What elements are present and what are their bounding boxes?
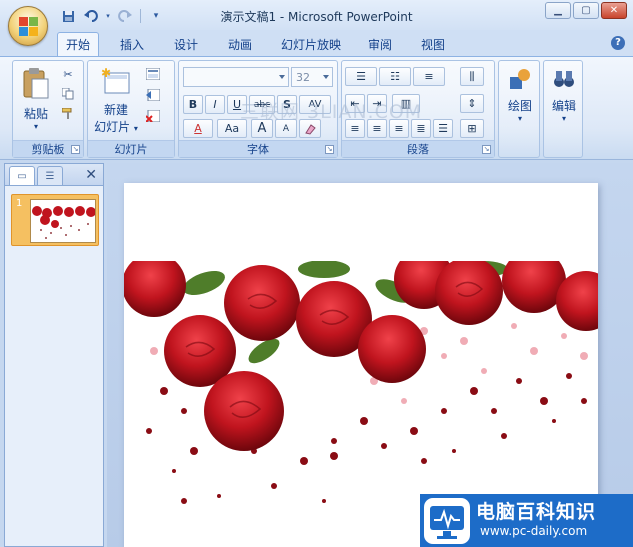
tab-insert[interactable]: 插入: [112, 33, 152, 56]
tab-view[interactable]: 视图: [413, 33, 453, 56]
close-icon[interactable]: ✕: [601, 2, 627, 19]
font-name-combo[interactable]: [183, 67, 289, 87]
align-text-icon[interactable]: ⇕: [460, 94, 484, 113]
tab-review[interactable]: 审阅: [360, 33, 400, 56]
editing-button[interactable]: 编辑 ▾: [545, 67, 583, 123]
text-direction-icon[interactable]: ⫼: [460, 67, 484, 86]
paragraph-group-label: 段落: [342, 140, 494, 157]
new-slide-label-2: 幻灯片: [94, 120, 131, 134]
tab-home[interactable]: 开始: [57, 32, 100, 56]
reset-icon[interactable]: [144, 86, 162, 104]
bullets-icon[interactable]: ☰: [345, 67, 377, 86]
slides-group: ✱ 新建 幻灯片 ▾ 幻灯片: [87, 60, 175, 158]
slide-canvas: [107, 163, 633, 547]
minimize-icon[interactable]: ▁: [545, 2, 571, 19]
paragraph-launcher-icon[interactable]: ↘: [482, 145, 491, 154]
distribute-icon[interactable]: ☰: [433, 119, 453, 138]
clipboard-launcher-icon[interactable]: ↘: [71, 145, 80, 154]
monitor-logo-icon: [424, 498, 470, 544]
drawing-label: 绘图: [507, 99, 532, 113]
drawing-button[interactable]: 绘图 ▾: [501, 67, 539, 123]
smartart-icon[interactable]: ⊞: [460, 119, 484, 138]
ribbon: 粘贴 ▾ ✂ 剪贴板 ↘ ✱ 新建 幻灯片 ▾ 幻灯片 32 B I U abc…: [0, 56, 633, 160]
slide-thumbnail[interactable]: 1: [11, 194, 99, 246]
paste-label: 粘贴: [23, 107, 48, 121]
font-size-combo[interactable]: 32: [291, 67, 333, 87]
site-watermark: 三联网 3LIAN.COM: [240, 101, 423, 123]
editing-label: 编辑: [551, 99, 576, 113]
italic-button[interactable]: I: [205, 95, 225, 114]
pane-tabs: ▭ ☰ ✕: [5, 164, 103, 186]
logo-url: www.pc-daily.com: [480, 524, 588, 538]
font-size-value: 32: [296, 70, 310, 84]
svg-text:✱: ✱: [101, 67, 111, 80]
line-spacing-icon[interactable]: ≡: [413, 67, 445, 86]
shapes-icon: [510, 69, 530, 89]
office-logo-icon: [19, 17, 39, 37]
ribbon-tabs: 开始 插入 设计 动画 幻灯片放映 审阅 视图 ?: [0, 30, 633, 56]
font-color-button[interactable]: A: [183, 119, 213, 138]
logo-title: 电脑百科知识: [476, 501, 597, 523]
slide[interactable]: [124, 183, 598, 547]
font-launcher-icon[interactable]: ↘: [325, 145, 334, 154]
bold-button[interactable]: B: [183, 95, 203, 114]
site-logo: 电脑百科知识 www.pc-daily.com: [420, 494, 633, 547]
maximize-icon[interactable]: ▢: [573, 2, 599, 19]
help-icon[interactable]: ?: [611, 36, 625, 50]
editing-group: 编辑 ▾: [543, 60, 583, 158]
slides-group-label: 幻灯片: [88, 140, 174, 157]
tab-slideshow[interactable]: 幻灯片放映: [273, 33, 349, 56]
slides-tab-icon[interactable]: ▭: [9, 166, 35, 185]
title-bar: ▾ ▾ 演示文稿1 - Microsoft PowerPoint ▁ ▢ ✕: [0, 0, 633, 34]
new-slide-button[interactable]: ✱ 新建 幻灯片 ▾: [92, 66, 140, 135]
new-slide-label: 新建: [103, 103, 128, 117]
copy-icon[interactable]: [59, 85, 77, 103]
office-button[interactable]: [8, 6, 48, 46]
cut-icon[interactable]: ✂: [59, 65, 77, 83]
numbering-icon[interactable]: ☷: [379, 67, 411, 86]
font-group-label: 字体: [179, 140, 337, 157]
layout-icon[interactable]: [144, 65, 162, 83]
clipboard-group: 粘贴 ▾ ✂ 剪贴板 ↘: [12, 60, 84, 158]
pane-close-icon[interactable]: ✕: [85, 167, 97, 183]
powerpoint-window: ▾ ▾ 演示文稿1 - Microsoft PowerPoint ▁ ▢ ✕ 开…: [0, 0, 633, 547]
binoculars-icon: [554, 71, 574, 87]
paste-button[interactable]: 粘贴 ▾: [17, 67, 55, 131]
slide-number: 1: [16, 198, 23, 209]
paste-icon: [23, 68, 49, 99]
new-slide-icon: ✱: [101, 66, 130, 94]
delete-slide-icon[interactable]: [144, 107, 162, 125]
window-title: 演示文稿1 - Microsoft PowerPoint: [220, 10, 413, 24]
outline-tab-icon[interactable]: ☰: [37, 166, 63, 185]
format-painter-icon[interactable]: [59, 105, 77, 123]
slides-pane: ▭ ☰ ✕ 1: [4, 163, 104, 547]
tab-design[interactable]: 设计: [166, 33, 206, 56]
window-controls: ▁ ▢ ✕: [545, 2, 627, 19]
thumbnail-image: [30, 199, 96, 243]
tab-animation[interactable]: 动画: [220, 33, 260, 56]
drawing-group: 绘图 ▾: [498, 60, 540, 158]
